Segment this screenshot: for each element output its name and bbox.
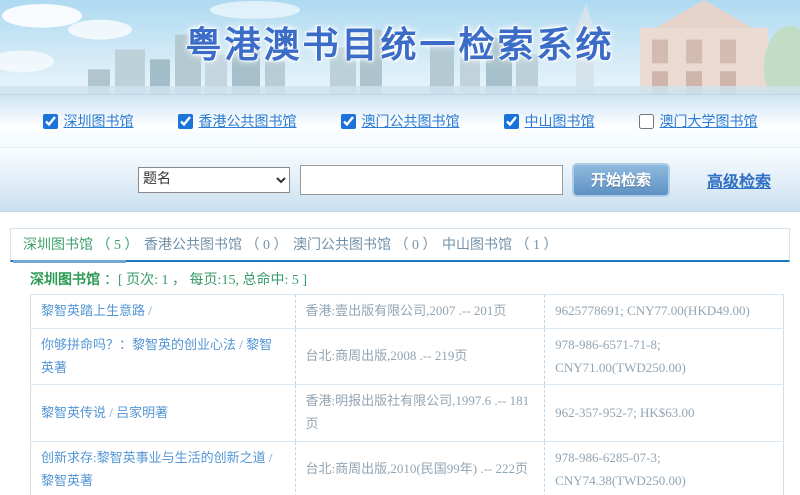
library-checkbox[interactable] xyxy=(639,114,654,129)
result-tab[interactable]: 香港公共图书馆 （ 0 ） xyxy=(144,238,288,253)
header-banner: 粤港澳书目统一检索系统 xyxy=(0,0,800,95)
result-row: 你够拼命吗？：黎智英的创业心法 / 黎智英著 台北:商周出版,2008 .-- … xyxy=(31,328,784,385)
result-row: 创新求存:黎智英事业与生活的创新之道 / 黎智英著 台北:商周出版,2010(民… xyxy=(31,441,784,495)
result-tab[interactable]: 深圳图书馆 （ 5 ） xyxy=(23,238,139,253)
result-isbn-price-cell: 978-986-6285-07-3; CNY74.38(TWD250.00) xyxy=(545,441,784,495)
result-isbn-price-cell: 978-986-6571-71-8; CNY71.00(TWD250.00) xyxy=(545,328,784,385)
result-title-cell: 黎智英踏上生意路 / xyxy=(31,295,296,329)
page-title: 粤港澳书目统一检索系统 xyxy=(0,16,800,68)
library-filter-item: 澳门大学图书馆 xyxy=(639,111,758,131)
result-publication-cell: 香港:明报出版社有限公司,1997.6 .-- 181页 xyxy=(295,385,545,442)
search-button[interactable]: 开始检索 xyxy=(572,163,670,197)
library-filter-bar: 深圳图书馆 香港公共图书馆 澳门公共图书馆 中山图书馆 澳门大学图书馆 xyxy=(0,95,800,148)
result-title-link[interactable]: 黎智英传说 / 吕家明著 xyxy=(41,405,168,420)
result-title-cell: 黎智英传说 / 吕家明著 xyxy=(31,385,296,442)
result-title-link[interactable]: 你够拼命吗？：黎智英的创业心法 / 黎智英著 xyxy=(41,337,272,375)
library-filter-link[interactable]: 澳门大学图书馆 xyxy=(660,111,758,131)
library-filter-item: 香港公共图书馆 xyxy=(178,111,297,131)
result-publication-cell: 台北:商周出版,2008 .-- 219页 xyxy=(295,328,545,385)
result-publication-cell: 台北:商周出版,2010(民国99年) .-- 222页 xyxy=(295,441,545,495)
search-input[interactable] xyxy=(300,165,563,195)
result-tabs: 深圳图书馆 （ 5 ） 香港公共图书馆 （ 0 ） 澳门公共图书馆 （ 0 ） … xyxy=(10,228,790,262)
result-title-link[interactable]: 创新求存:黎智英事业与生活的创新之道 / 黎智英著 xyxy=(41,450,272,488)
library-checkbox[interactable] xyxy=(504,114,519,129)
result-title-cell: 你够拼命吗？：黎智英的创业心法 / 黎智英著 xyxy=(31,328,296,385)
library-filter-item: 澳门公共图书馆 xyxy=(341,111,460,131)
results-table: 黎智英踏上生意路 / 香港:壹出版有限公司,2007 .-- 201页 9625… xyxy=(30,294,784,495)
result-isbn-price-cell: 962-357-952-7; HK$63.00 xyxy=(545,385,784,442)
search-field-select[interactable]: 题名 xyxy=(138,167,290,193)
result-summary: 深圳图书馆 ：[ 页次: 1 ， 每页:15, 总命中: 5 ] xyxy=(0,262,800,294)
result-summary-detail: ：[ 页次: 1 ， 每页:15, 总命中: 5 ] xyxy=(104,273,307,288)
library-checkbox[interactable] xyxy=(178,114,193,129)
result-title-cell: 创新求存:黎智英事业与生活的创新之道 / 黎智英著 xyxy=(31,441,296,495)
result-row: 黎智英传说 / 吕家明著 香港:明报出版社有限公司,1997.6 .-- 181… xyxy=(31,385,784,442)
advanced-search-link[interactable]: 高级检索 xyxy=(707,168,771,192)
result-tab[interactable]: 中山图书馆 （ 1 ） xyxy=(442,238,558,253)
active-tab-underline xyxy=(13,260,126,263)
result-isbn-price-cell: 9625778691; CNY77.00(HKD49.00) xyxy=(545,295,784,329)
library-filter-item: 中山图书馆 xyxy=(504,111,595,131)
result-row: 黎智英踏上生意路 / 香港:壹出版有限公司,2007 .-- 201页 9625… xyxy=(31,295,784,329)
library-filter-link[interactable]: 中山图书馆 xyxy=(525,111,595,131)
library-checkbox[interactable] xyxy=(43,114,58,129)
library-filter-item: 深圳图书馆 xyxy=(43,111,134,131)
search-bar: 题名 开始检索 高级检索 xyxy=(0,148,800,212)
result-title-link[interactable]: 黎智英踏上生意路 / xyxy=(41,303,152,318)
result-tab[interactable]: 澳门公共图书馆 （ 0 ） xyxy=(293,238,437,253)
library-checkbox[interactable] xyxy=(341,114,356,129)
result-summary-library: 深圳图书馆 xyxy=(30,273,100,288)
result-publication-cell: 香港:壹出版有限公司,2007 .-- 201页 xyxy=(295,295,545,329)
library-filter-link[interactable]: 香港公共图书馆 xyxy=(199,111,297,131)
library-filter-link[interactable]: 深圳图书馆 xyxy=(64,111,134,131)
library-filter-link[interactable]: 澳门公共图书馆 xyxy=(362,111,460,131)
